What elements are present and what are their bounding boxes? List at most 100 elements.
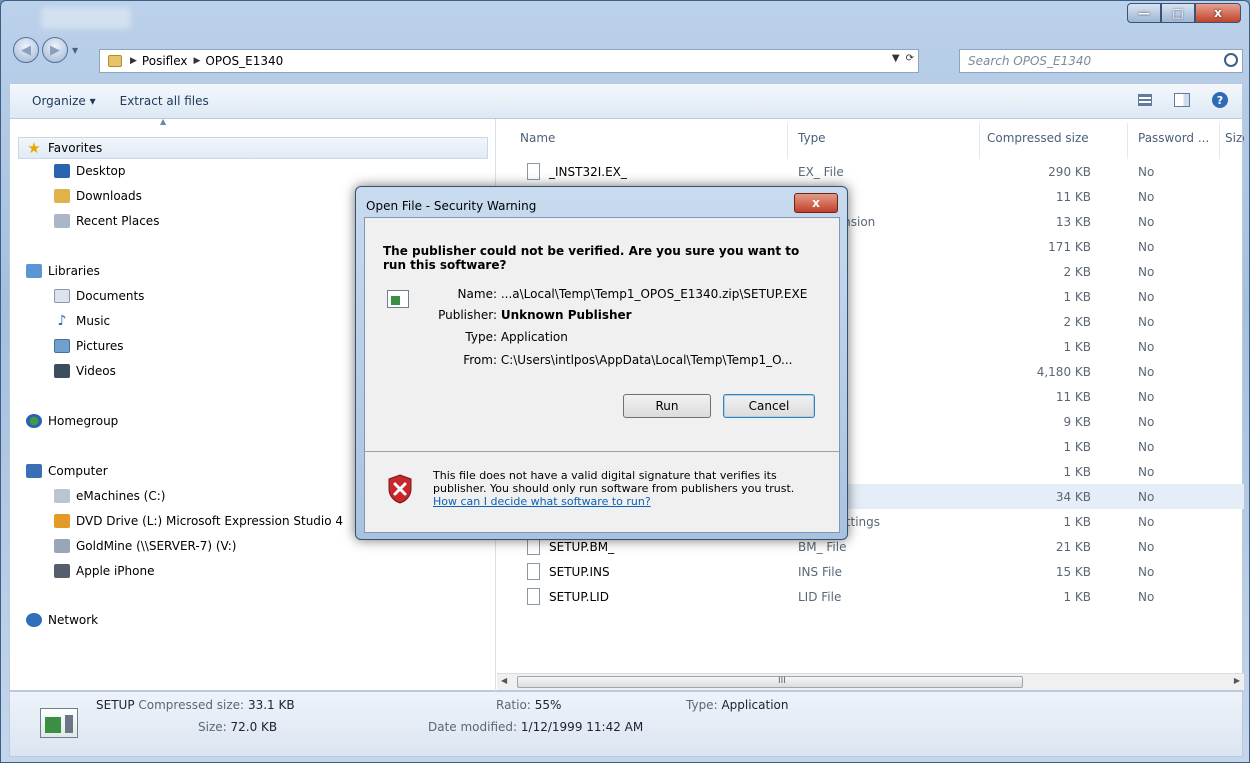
column-header-password[interactable]: Password ... [1138,131,1209,145]
column-header-size[interactable]: Size [1225,131,1244,145]
file-type: BM_ File [798,539,847,554]
scroll-right-arrow-icon[interactable]: ▶ [1234,676,1240,685]
close-button[interactable]: x [1195,3,1241,23]
nav-computer[interactable]: Computer [26,464,108,478]
nav-pictures[interactable]: Pictures [54,339,124,353]
command-bar: Organize ▾ Extract all files ? [9,83,1243,119]
pictures-icon [54,339,70,353]
help-link[interactable]: How can I decide what software to run? [433,495,651,508]
nav-dvd-drive[interactable]: DVD Drive (L:) Microsoft Expression Stud… [54,514,343,528]
horizontal-scrollbar[interactable]: ◀ III ▶ [497,673,1244,690]
search-icon[interactable] [1224,53,1238,67]
scroll-left-arrow-icon[interactable]: ◀ [501,676,507,685]
help-icon[interactable]: ? [1212,92,1228,108]
nav-drive-c[interactable]: eMachines (C:) [54,489,165,503]
address-dropdown-icon[interactable]: ▼ [892,53,900,64]
cancel-button[interactable]: Cancel [723,394,815,418]
views-icon[interactable] [1138,94,1152,106]
security-warning-dialog: Open File - Security Warning x The publi… [355,186,848,540]
refresh-icon[interactable]: ⟳ [906,53,914,64]
nav-iphone[interactable]: Apple iPhone [54,564,154,578]
details-name: SETUP Compressed size: 33.1 KB [96,698,295,712]
nav-label: Favorites [48,141,103,155]
nav-recent-places[interactable]: Recent Places [54,214,159,228]
minimize-icon: — [1138,6,1150,20]
recent-pages-dropdown[interactable]: ▼ [72,46,78,55]
dialog-close-button[interactable]: x [794,193,838,213]
nav-desktop[interactable]: Desktop [54,164,126,178]
address-bar[interactable]: ▶ Posiflex ▶ OPOS_E1340 ▼ ⟳ [99,49,919,73]
column-separator[interactable] [787,123,788,159]
nav-videos[interactable]: Videos [54,364,116,378]
file-password: No [1138,514,1155,529]
column-separator[interactable] [1127,123,1128,159]
forward-arrow-icon: ▶ [50,42,60,58]
file-row[interactable]: SETUP.LID LID File 1 KB No [497,584,1244,609]
nav-homegroup[interactable]: Homegroup [26,414,118,428]
forward-button[interactable]: ▶ [42,37,68,63]
run-button[interactable]: Run [623,394,711,418]
nav-music[interactable]: ♪ Music [54,313,111,329]
details-ratio-label: Ratio: [496,698,531,712]
breadcrumb: ▶ Posiflex ▶ OPOS_E1340 [128,54,283,68]
dialog-type-value: Application [500,330,568,344]
maximize-button[interactable]: □ [1161,3,1195,23]
column-header-compressed-size[interactable]: Compressed size [987,131,1089,145]
scrollbar-thumb[interactable]: III [517,676,1023,688]
nav-network-drive[interactable]: GoldMine (\\SERVER-7) (V:) [54,539,236,553]
details-ratio-value: 55% [534,698,562,712]
column-header-name[interactable]: Name [520,131,555,145]
details-modified-value: 1/12/1999 11:42 AM [520,720,644,734]
column-separator[interactable] [1219,123,1220,159]
breadcrumb-arrow-icon: ▶ [130,56,137,66]
preview-pane-icon[interactable] [1174,93,1190,107]
nav-libraries[interactable]: Libraries [26,264,100,278]
dialog-name-row: Name: ...a\Local\Temp\Temp1_OPOS_E1340.z… [425,287,808,301]
file-icon [527,588,540,605]
dialog-from-row: From: C:\Users\intlpos\AppData\Local\Tem… [425,353,793,367]
search-placeholder: Search OPOS_E1340 [968,54,1092,68]
file-compressed-size: 290 KB [1048,164,1091,179]
file-password: No [1138,214,1155,229]
nav-favorites[interactable]: ★ Favorites [26,139,103,157]
file-password: No [1138,564,1155,579]
file-compressed-size: 34 KB [1055,489,1091,504]
file-name: _INST32I.EX_ [549,164,627,179]
file-compressed-size: 1 KB [1063,439,1091,454]
maximize-icon: □ [1172,6,1184,20]
file-type: LID File [798,589,842,604]
search-input[interactable]: Search OPOS_E1340 [959,49,1243,73]
dialog-name-label: Name: [457,287,497,301]
extract-all-button[interactable]: Extract all files [120,94,209,108]
breadcrumb-opos[interactable]: OPOS_E1340 [205,54,283,68]
minimize-button[interactable]: — [1127,3,1161,23]
application-icon [387,290,409,308]
file-compressed-size: 11 KB [1055,389,1091,404]
window-title-blur [41,7,131,29]
back-button[interactable]: ◀ [13,37,39,63]
nav-downloads[interactable]: Downloads [54,189,142,203]
file-row[interactable]: _INST32I.EX_ EX_ File 290 KB No [497,159,1244,184]
organize-button[interactable]: Organize ▾ [32,94,96,108]
details-type-label: Type: [686,698,718,712]
file-icon [527,163,540,180]
nav-label: Videos [76,364,116,378]
breadcrumb-posiflex[interactable]: Posiflex [142,54,188,68]
nav-label: Network [48,613,99,627]
dvd-drive-icon [54,514,70,528]
file-icon [527,563,540,580]
column-separator[interactable] [979,123,980,159]
file-password: No [1138,314,1155,329]
column-header-type[interactable]: Type [798,131,826,145]
file-compressed-size: 2 KB [1063,264,1091,279]
nav-documents[interactable]: Documents [54,289,144,303]
close-icon: x [812,196,820,210]
file-row[interactable]: SETUP.INS INS File 15 KB No [497,559,1244,584]
dialog-publisher-label: Publisher: [438,308,497,322]
nav-network[interactable]: Network [26,613,98,627]
file-password: No [1138,364,1155,379]
dialog-from-value: C:\Users\intlpos\AppData\Local\Temp\Temp… [500,353,793,367]
details-type: Type: Application [686,698,789,712]
nav-label: DVD Drive (L:) Microsoft Expression Stud… [76,514,344,528]
dialog-publisher-row: Publisher: Unknown Publisher [425,308,632,322]
